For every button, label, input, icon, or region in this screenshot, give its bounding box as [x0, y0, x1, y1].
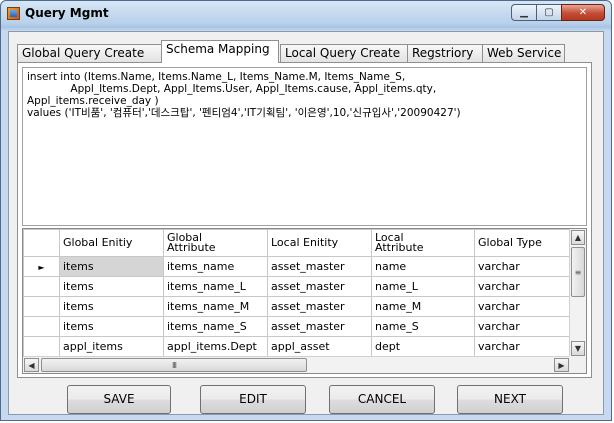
window-title: Query Mgmt	[25, 6, 109, 20]
scrollbar-corner	[569, 356, 586, 373]
row-selector[interactable]	[23, 316, 60, 337]
chevron-up-icon: ▲	[574, 233, 582, 242]
query-mgmt-window: Query Mgmt ▁ ▢ ✕ Global Query Create Sch…	[0, 0, 612, 421]
col-header-global-attribute[interactable]: Global Attribute	[163, 229, 268, 257]
tab-schema-mapping[interactable]: Schema Mapping	[161, 40, 279, 63]
table-header-row: Global Enitiy Global Attribute Local Eni…	[23, 229, 575, 257]
table-row[interactable]: items items_name_M asset_master name_M v…	[23, 296, 575, 317]
maximize-button[interactable]: ▢	[536, 4, 562, 21]
table-cell[interactable]: appl_items.Dept	[163, 336, 268, 357]
mapping-grid[interactable]: Global Enitiy Global Attribute Local Eni…	[22, 228, 587, 374]
cancel-button[interactable]: CANCEL	[329, 385, 435, 414]
table-cell[interactable]: items_name_S	[163, 316, 268, 337]
table-row[interactable]: items items_name_S asset_master name_S v…	[23, 316, 575, 337]
table-cell[interactable]: asset_master	[267, 256, 372, 277]
row-selector-header	[23, 229, 60, 257]
maximize-icon: ▢	[544, 7, 554, 18]
table-cell[interactable]: dept	[371, 336, 475, 357]
mapping-table: Global Enitiy Global Attribute Local Eni…	[23, 229, 575, 357]
table-cell[interactable]: asset_master	[267, 276, 372, 297]
horizontal-scroll-thumb[interactable]: III	[41, 358, 307, 372]
window-controls: ▁ ▢ ✕	[511, 4, 605, 21]
table-cell[interactable]: items	[59, 276, 164, 297]
save-button[interactable]: SAVE	[67, 385, 171, 414]
scroll-left-button[interactable]: ◀	[24, 358, 39, 372]
client-area: Global Query Create Schema Mapping Local…	[8, 31, 604, 415]
app-icon	[7, 7, 20, 20]
col-header-local-entity[interactable]: Local Enitity	[267, 229, 372, 257]
table-cell[interactable]: items	[59, 316, 164, 337]
chevron-left-icon: ◀	[28, 360, 35, 370]
scroll-down-button[interactable]: ▼	[571, 341, 585, 356]
tab-regstriory[interactable]: Regstriory	[407, 44, 483, 62]
scroll-right-button[interactable]: ▶	[554, 358, 569, 372]
grip-icon: III	[171, 360, 177, 370]
schema-mapping-panel: insert into (Items.Name, Items.Name_L, I…	[17, 62, 592, 378]
table-cell[interactable]: name_M	[371, 296, 475, 317]
minimize-button[interactable]: ▁	[511, 4, 537, 21]
table-cell[interactable]: varchar	[474, 336, 575, 357]
table-cell[interactable]: items_name	[163, 256, 268, 277]
chevron-right-icon: ▶	[558, 360, 565, 370]
edit-button[interactable]: EDIT	[200, 385, 306, 414]
table-cell[interactable]: asset_master	[267, 296, 372, 317]
current-row-icon: ►	[38, 263, 45, 272]
vertical-scrollbar[interactable]: ▲ ≡ ▼	[569, 229, 586, 357]
row-selector[interactable]	[23, 296, 60, 317]
table-cell[interactable]: items_name_L	[163, 276, 268, 297]
table-cell[interactable]: appl_asset	[267, 336, 372, 357]
horizontal-scrollbar[interactable]: ◀ III ▶	[23, 356, 570, 373]
table-row[interactable]: ► items items_name asset_master name var…	[23, 256, 575, 277]
col-header-local-attribute[interactable]: Local Attribute	[371, 229, 475, 257]
col-header-global-entity[interactable]: Global Enitiy	[59, 229, 164, 257]
row-selector[interactable]: ►	[23, 256, 60, 277]
table-cell[interactable]: appl_items	[59, 336, 164, 357]
table-cell[interactable]: varchar	[474, 256, 575, 277]
row-selector[interactable]	[23, 276, 60, 297]
chevron-down-icon: ▼	[574, 344, 582, 353]
row-selector[interactable]	[23, 336, 60, 357]
table-cell[interactable]: items_name_M	[163, 296, 268, 317]
tab-global-query-create[interactable]: Global Query Create	[17, 44, 162, 62]
table-cell[interactable]: varchar	[474, 316, 575, 337]
table-cell[interactable]: name	[371, 256, 475, 277]
close-icon: ✕	[578, 7, 588, 18]
table-cell[interactable]: items	[59, 296, 164, 317]
table-cell[interactable]: asset_master	[267, 316, 372, 337]
close-button[interactable]: ✕	[561, 4, 605, 21]
sql-textarea[interactable]: insert into (Items.Name, Items.Name_L, I…	[22, 67, 587, 226]
tab-web-service[interactable]: Web Service	[482, 44, 565, 62]
table-row[interactable]: items items_name_L asset_master name_L v…	[23, 276, 575, 297]
title-bar[interactable]: Query Mgmt ▁ ▢ ✕	[1, 1, 611, 27]
scroll-up-button[interactable]: ▲	[571, 230, 585, 245]
minimize-icon: ▁	[520, 7, 528, 18]
table-cell[interactable]: name_S	[371, 316, 475, 337]
table-cell[interactable]: name_L	[371, 276, 475, 297]
next-button[interactable]: NEXT	[457, 385, 563, 414]
grip-icon: ≡	[574, 267, 582, 277]
vertical-scroll-thumb[interactable]: ≡	[571, 247, 585, 297]
table-cell[interactable]: varchar	[474, 276, 575, 297]
table-cell[interactable]: items	[59, 256, 164, 277]
table-cell[interactable]: varchar	[474, 296, 575, 317]
tab-local-query-create[interactable]: Local Query Create	[280, 44, 408, 62]
col-header-global-type[interactable]: Global Type	[474, 229, 575, 257]
table-row[interactable]: appl_items appl_items.Dept appl_asset de…	[23, 336, 575, 357]
